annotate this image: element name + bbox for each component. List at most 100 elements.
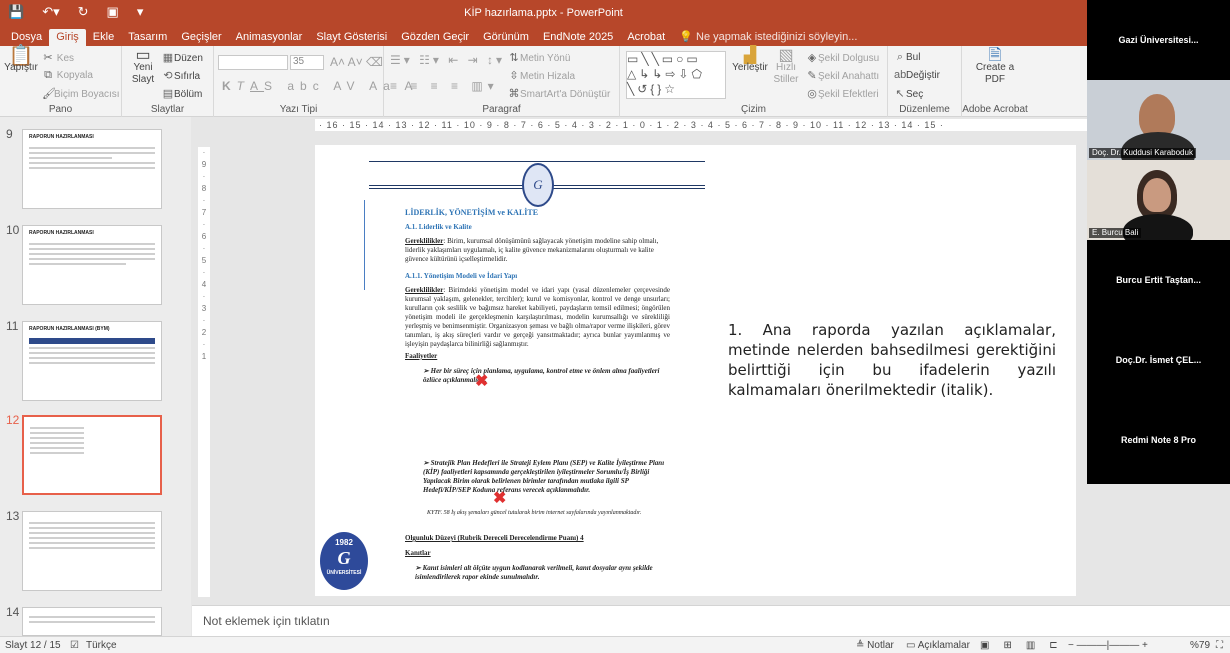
language-indicator[interactable]: Türkçe bbox=[86, 640, 117, 651]
slide-thumbnails-pane: 9 RAPORUN HAZIRLANMASI 10 RAPORUN HAZIRL… bbox=[0, 117, 191, 636]
section-icon: ▤ bbox=[162, 88, 174, 100]
spellcheck-icon[interactable]: ☑ bbox=[70, 640, 79, 651]
shape-effects-button[interactable]: ◎Şekil Efektleri bbox=[806, 87, 878, 100]
brush-icon: 🖌 bbox=[42, 88, 56, 100]
bullet-3: ➢ Kanıt isimleri alt ölçüte uygun kodlan… bbox=[415, 564, 653, 581]
paste-button[interactable]: 📋 Yapıştır bbox=[4, 45, 38, 74]
ribbon-tabs: Dosya Giriş Ekle Tasarım Geçişler Animas… bbox=[0, 27, 1087, 46]
font-grow-icon[interactable]: A˄ A˅ ⌫ bbox=[330, 55, 383, 69]
ribbon: 📋 Yapıştır ✂ Kes ⧉ Kopyala 🖌Biçim Boyacı… bbox=[0, 46, 1087, 117]
slide-thumbnail-10[interactable]: RAPORUN HAZIRLANMASI bbox=[22, 225, 162, 305]
slide-thumbnail-9[interactable]: RAPORUN HAZIRLANMASI bbox=[22, 129, 162, 209]
quick-styles-icon: ▧ bbox=[778, 47, 794, 64]
reset-icon: ⟲ bbox=[163, 70, 173, 82]
tab-dosya[interactable]: Dosya bbox=[4, 29, 49, 46]
align-text-icon: ⇳ bbox=[509, 70, 519, 82]
comments-toggle[interactable]: ▭ Açıklamalar bbox=[906, 640, 970, 651]
thumbnail-number: 14 bbox=[6, 605, 20, 619]
font-name-combo[interactable] bbox=[218, 55, 288, 70]
tab-gecisler[interactable]: Geçişler bbox=[174, 29, 228, 46]
view-buttons[interactable]: ▣⊞▥⊏ bbox=[980, 640, 1072, 651]
replace-button[interactable]: abDeğiştir bbox=[894, 69, 940, 81]
group-pano: 📋 Yapıştır ✂ Kes ⧉ Kopyala 🖌Biçim Boyacı… bbox=[0, 46, 122, 117]
zoom-level[interactable]: %79 bbox=[1190, 640, 1210, 651]
participant-video[interactable]: Doç. Dr. Kuddusi Karaboduk bbox=[1087, 80, 1230, 160]
pen-icon: ✎ bbox=[807, 70, 817, 82]
quick-styles-button[interactable]: ▧ Hızlı Stiller bbox=[770, 47, 802, 86]
fit-slide-icon[interactable]: ⛶ bbox=[1216, 640, 1223, 651]
tab-gozden-gecir[interactable]: Gözden Geçir bbox=[394, 29, 476, 46]
paragraph-2: Gereklilikler: Birimdeki yönetişim model… bbox=[405, 286, 670, 348]
university-logo: 1982 G ÜNİVERSİTESİ bbox=[320, 532, 368, 590]
select-button[interactable]: ↖Seç bbox=[894, 87, 923, 100]
arrange-button[interactable]: ▟ Yerleştir bbox=[732, 48, 768, 74]
cross-mark-icon: ✖ bbox=[475, 373, 489, 390]
tab-slayt-gosterisi[interactable]: Slayt Gösterisi bbox=[309, 29, 394, 46]
window-title: KİP hazırlama.pptx - PowerPoint bbox=[464, 7, 623, 19]
shape-fill-button[interactable]: ◈ Şekil Dolgusu bbox=[806, 51, 879, 64]
layout-icon: ▦ bbox=[162, 52, 174, 64]
participant-name: E. Burcu Bali bbox=[1089, 228, 1142, 238]
university-emblem: G bbox=[522, 163, 554, 207]
slide-thumbnail-13[interactable] bbox=[22, 511, 162, 591]
tab-acrobat[interactable]: Acrobat bbox=[620, 29, 672, 46]
tab-animasyonlar[interactable]: Animasyonlar bbox=[229, 29, 310, 46]
format-painter-button[interactable]: 🖌Biçim Boyacısı bbox=[42, 87, 120, 100]
layout-button[interactable]: ▦Düzen bbox=[162, 51, 203, 64]
slide-thumbnail-11[interactable]: RAPORUN HAZIRLANMASI (BYM) bbox=[22, 321, 162, 401]
new-slide-button[interactable]: ▭ Yeni Slayt bbox=[126, 48, 160, 86]
slide-canvas[interactable]: G LİDERLİK, YÖNETİŞİM ve KALİTE A.1. Lid… bbox=[315, 145, 1087, 596]
participant-video[interactable]: E. Burcu Bali bbox=[1087, 160, 1230, 240]
editor-scrollbar[interactable] bbox=[1076, 131, 1087, 596]
slide-annotation-text[interactable]: 1. Ana raporda yazılan açıklamalar, meti… bbox=[728, 320, 1056, 400]
pdf-icon: 🗎 bbox=[988, 47, 1002, 64]
participant-tile[interactable]: Doç.Dr. İsmet ÇEL... bbox=[1087, 320, 1230, 400]
notes-pane[interactable]: Not eklemek için tıklatın bbox=[192, 605, 1230, 636]
font-size-combo[interactable]: 35 bbox=[290, 55, 324, 70]
paragraph-1: Gereklilikler: Birim, kurumsal dönüşümün… bbox=[405, 237, 659, 263]
tab-tasarim[interactable]: Tasarım bbox=[121, 29, 174, 46]
group-adobe: 🗎 Create a PDF Adobe Acrobat bbox=[962, 47, 1028, 116]
slide-thumbnail-14[interactable] bbox=[22, 607, 162, 636]
notes-toggle[interactable]: ≜ Notlar bbox=[856, 640, 894, 651]
text-direction-icon: ⇅ bbox=[509, 52, 519, 64]
kytf-note: KYTF. 58 İş akış şemaları güncel tutular… bbox=[427, 510, 642, 516]
section-button[interactable]: ▤Bölüm bbox=[162, 87, 203, 100]
create-pdf-button[interactable]: 🗎 Create a PDF bbox=[970, 47, 1020, 86]
participant-tile[interactable]: Redmi Note 8 Pro bbox=[1087, 400, 1230, 480]
notes-placeholder: Not eklemek için tıklatın bbox=[203, 614, 330, 628]
notes-icon: ≜ bbox=[856, 640, 868, 651]
cut-button[interactable]: ✂ Kes bbox=[42, 51, 74, 64]
tab-endnote[interactable]: EndNote 2025 bbox=[536, 29, 620, 46]
shapes-gallery[interactable]: ▭╲╲▭○▭ △↳↳⇨⇩⬠ ╲↺{}☆ bbox=[626, 51, 726, 99]
participant-face bbox=[1143, 178, 1171, 212]
tell-me-search[interactable]: 💡 Ne yapmak istediğinizi söyleyin... bbox=[672, 29, 864, 46]
thumbnail-number: 11 bbox=[6, 319, 19, 333]
tab-ekle[interactable]: Ekle bbox=[86, 29, 121, 46]
list-buttons[interactable]: ☰▾ ☷▾ ⇤ ⇥ ↕▾ bbox=[390, 53, 505, 67]
olgunluk-label: Olgunluk Düzeyi (Rubrik Dereceli Derecel… bbox=[405, 534, 584, 542]
copy-button[interactable]: ⧉ Kopyala bbox=[42, 69, 93, 82]
subheading: A.1. Liderlik ve Kalite bbox=[405, 223, 472, 231]
zoom-slider[interactable]: − ———|——— + bbox=[1068, 640, 1148, 651]
smartart-icon: ⌘ bbox=[508, 88, 520, 100]
group-slaytlar: ▭ Yeni Slayt ▦Düzen ⟲Sıfırla ▤Bölüm Slay… bbox=[122, 46, 214, 117]
thumbnail-number: 13 bbox=[6, 509, 20, 523]
comment-icon: ▭ bbox=[906, 640, 918, 651]
reset-button[interactable]: ⟲Sıfırla bbox=[162, 69, 200, 82]
align-text-button[interactable]: ⇳Metin Hizala bbox=[508, 69, 575, 82]
shape-outline-button[interactable]: ✎Şekil Anahattı bbox=[806, 69, 879, 82]
clipboard-icon: 📋 bbox=[8, 45, 34, 67]
smartart-button[interactable]: ⌘SmartArt'a Dönüştür bbox=[508, 87, 611, 100]
tab-gorunum[interactable]: Görünüm bbox=[476, 29, 536, 46]
find-button[interactable]: ⌕ Bul bbox=[894, 51, 921, 64]
tab-giris[interactable]: Giriş bbox=[49, 29, 86, 46]
slide-thumbnail-12[interactable] bbox=[22, 415, 162, 495]
align-buttons[interactable]: ≡ ≡ ≡ ≡ ▥▾ bbox=[390, 79, 499, 93]
bullet-2: ➢ Stratejik Plan Hedefleri ile Strateji … bbox=[423, 459, 665, 494]
participant-tile[interactable]: Burcu Ertit Taştan... bbox=[1087, 240, 1230, 320]
thumbnail-scrollbar[interactable] bbox=[179, 117, 191, 636]
group-cizim: ▭╲╲▭○▭ △↳↳⇨⇩⬠ ╲↺{}☆ ▟ Yerleştir ▧ Hızlı … bbox=[620, 46, 888, 117]
participant-tile[interactable]: Gazi Üniversitesi... bbox=[1087, 0, 1230, 80]
text-direction-button[interactable]: ⇅Metin Yönü bbox=[508, 51, 570, 64]
